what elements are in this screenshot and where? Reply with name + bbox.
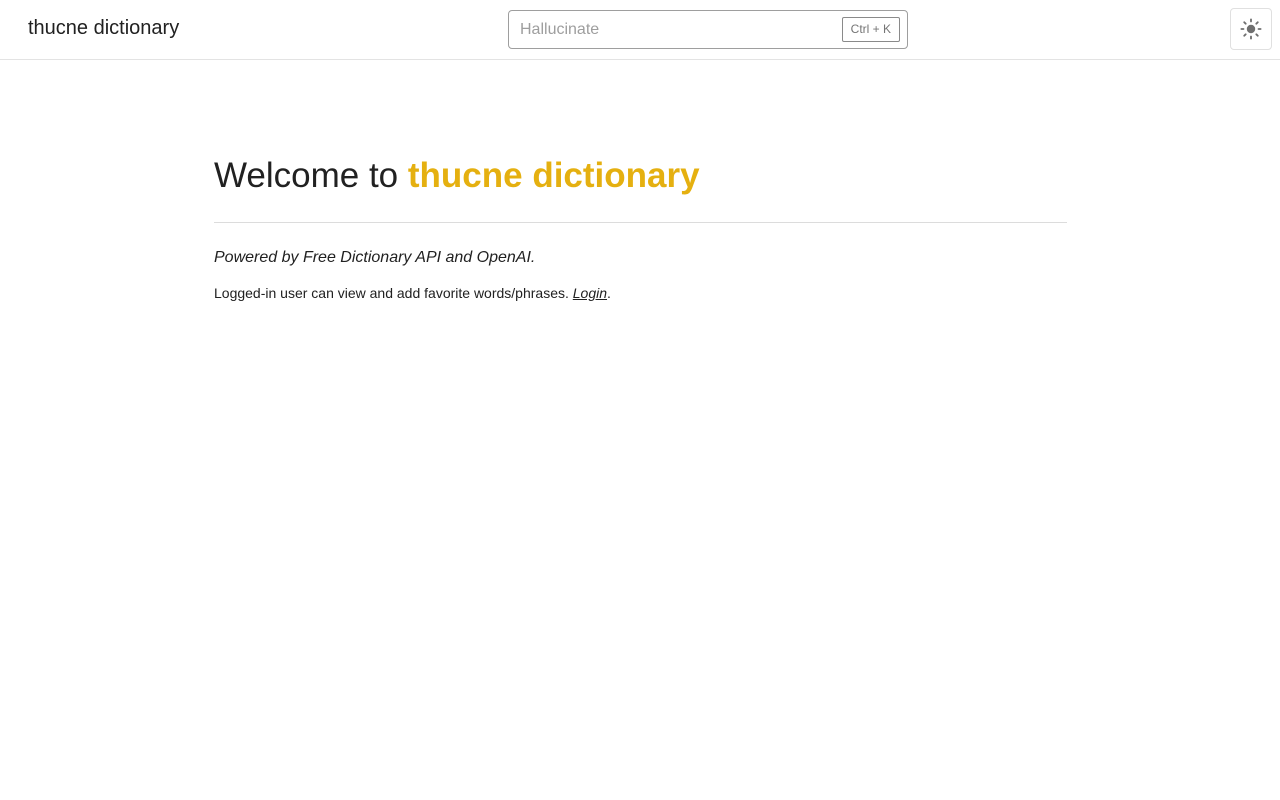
title-prefix: Welcome to bbox=[214, 156, 408, 195]
login-link[interactable]: Login bbox=[573, 285, 607, 301]
login-note-text: Logged-in user can view and add favorite… bbox=[214, 285, 573, 301]
shortcut-hint: Ctrl + K bbox=[841, 17, 900, 42]
brand-link[interactable]: thucne dictionary bbox=[28, 17, 179, 40]
theme-toggle-button[interactable] bbox=[1230, 8, 1272, 50]
divider bbox=[214, 222, 1067, 223]
page-title: Welcome to thucne dictionary bbox=[214, 150, 1067, 202]
login-note-suffix: . bbox=[607, 285, 611, 301]
powered-by-text: Powered by Free Dictionary API and OpenA… bbox=[214, 249, 536, 266]
top-bar: thucne dictionary Ctrl + K bbox=[0, 0, 1280, 60]
login-note: Logged-in user can view and add favorite… bbox=[214, 285, 1067, 301]
title-highlight: thucne dictionary bbox=[407, 156, 700, 195]
sun-icon bbox=[1240, 18, 1262, 40]
welcome-section: Welcome to thucne dictionary Powered by … bbox=[214, 150, 1067, 301]
search-box[interactable]: Ctrl + K bbox=[508, 10, 908, 49]
search-input[interactable] bbox=[520, 11, 840, 48]
